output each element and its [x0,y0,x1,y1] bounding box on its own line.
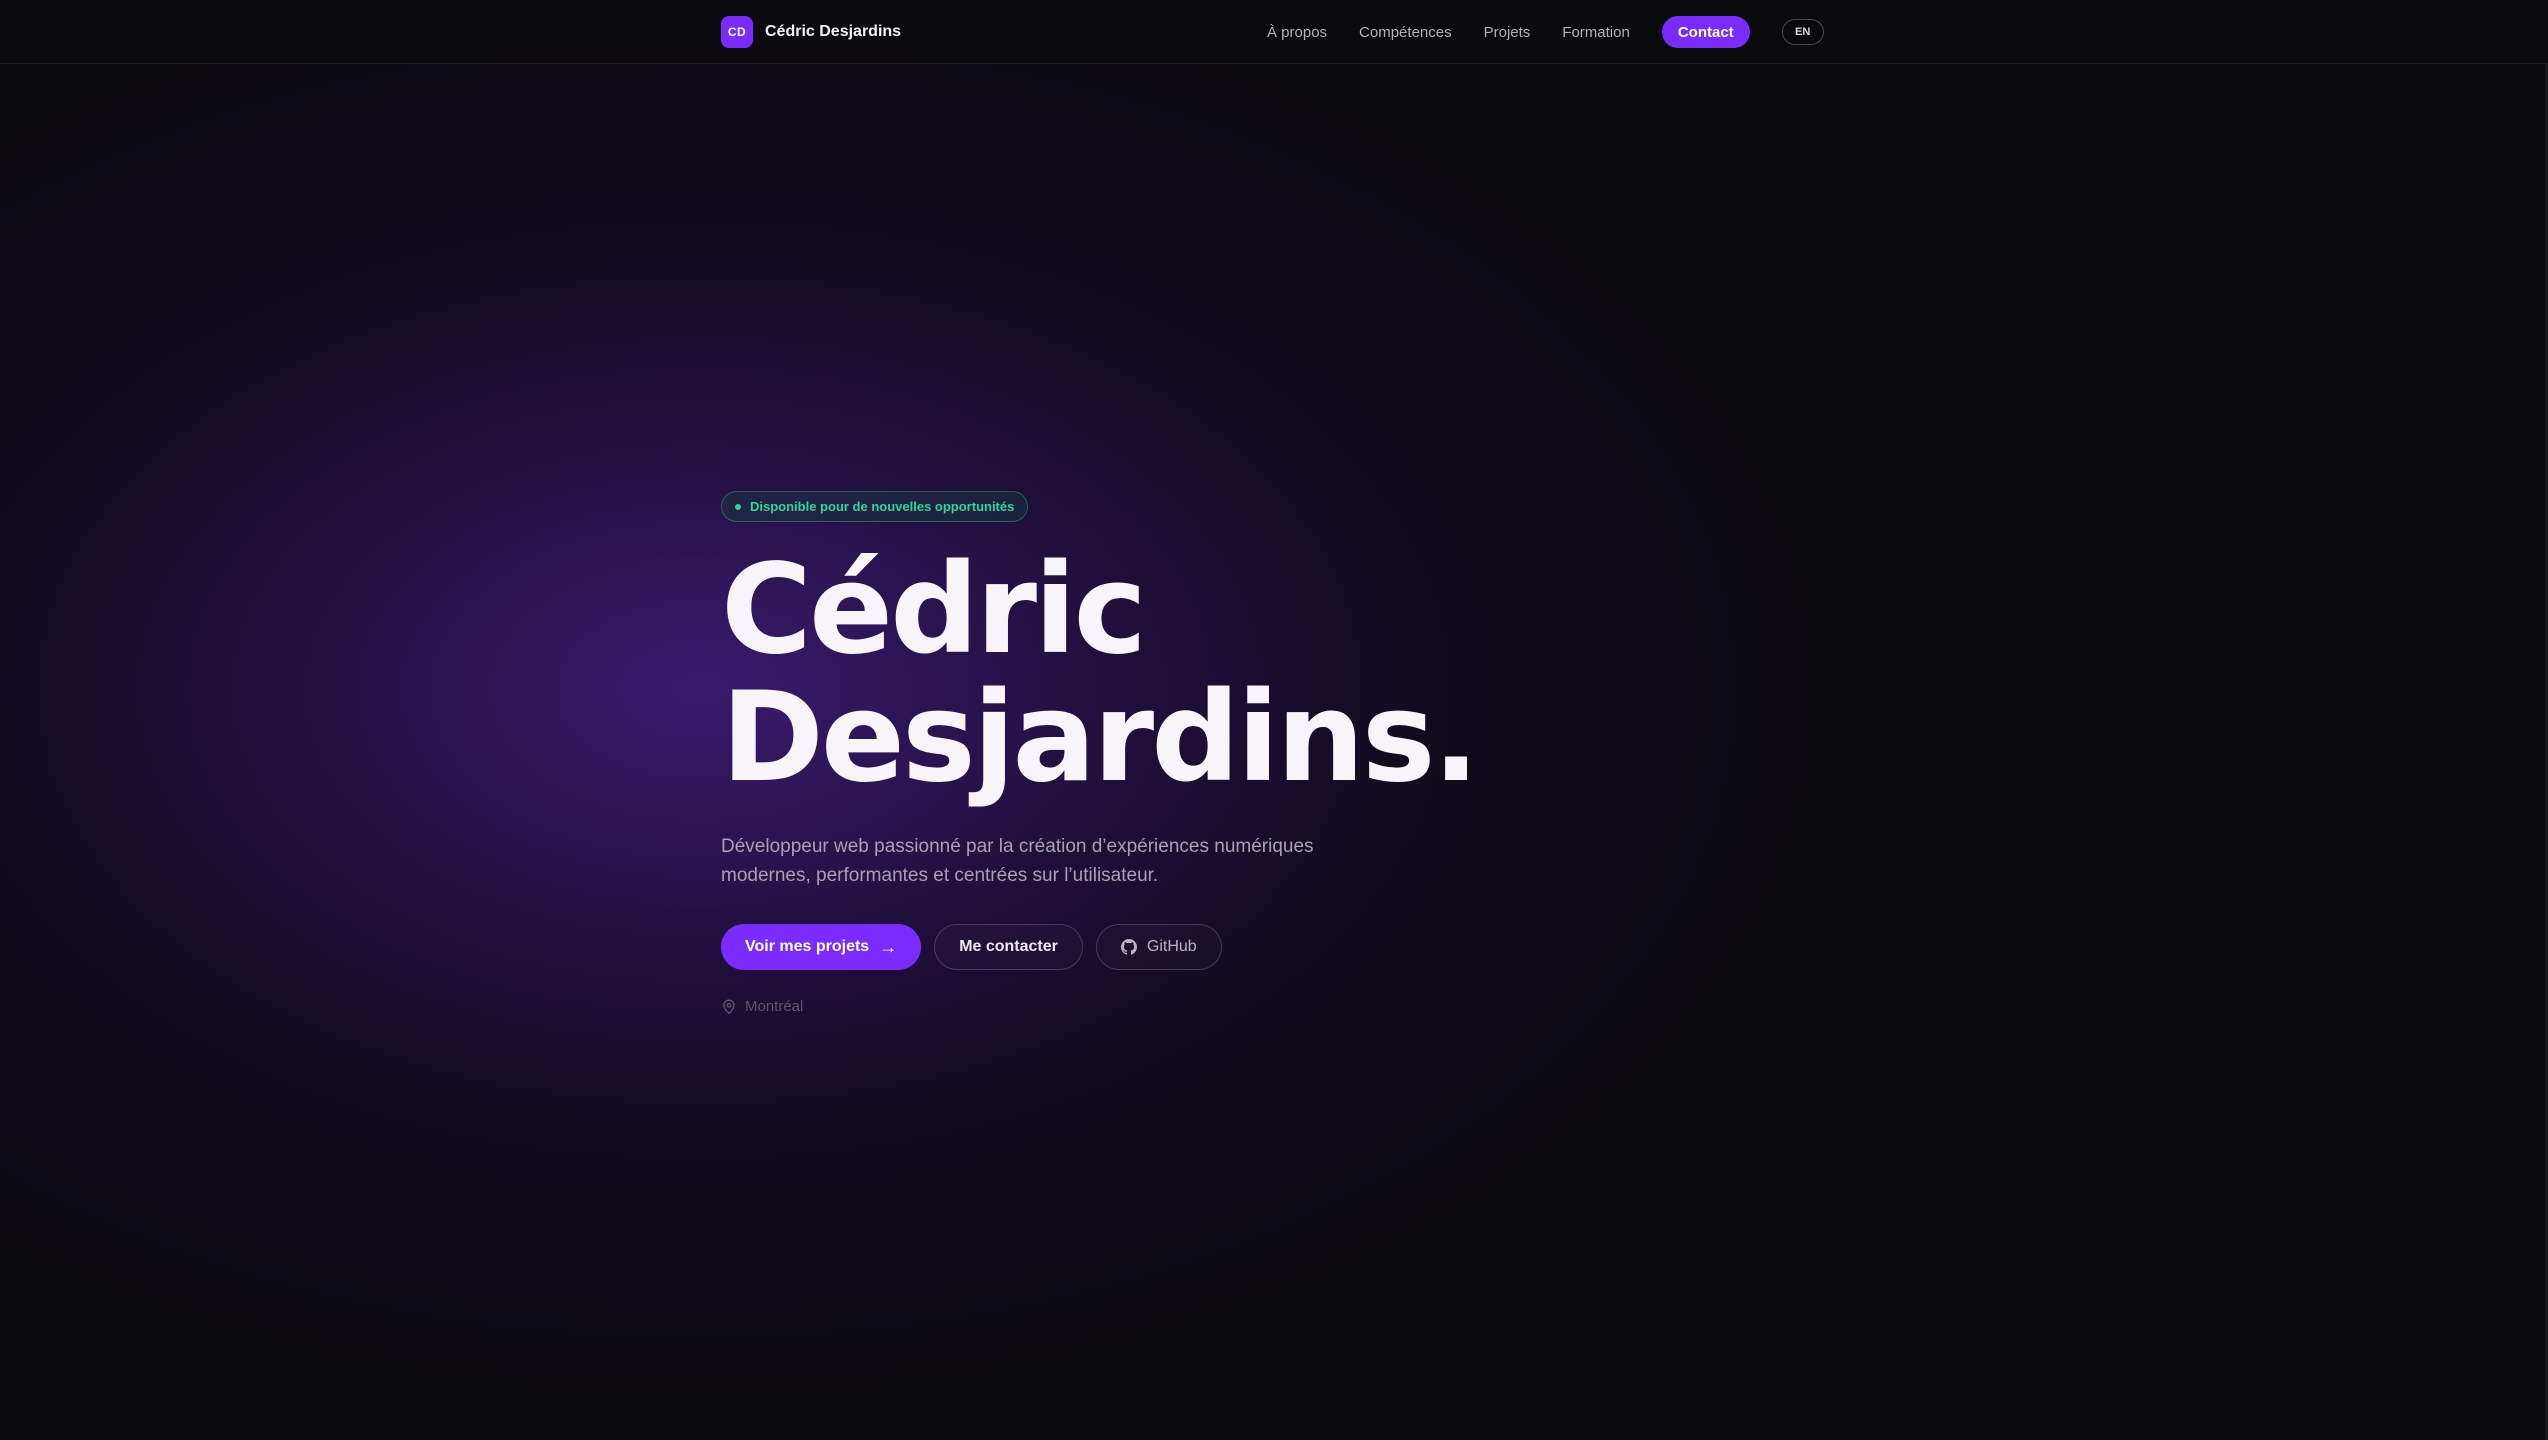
hero-title-line-2: Desjardins. [721,666,1480,810]
contact-me-button[interactable]: Me contacter [934,924,1083,970]
contact-me-label: Me contacter [959,938,1058,955]
cta-row: Voir mes projets → Me contacter GitHub [721,924,1921,970]
language-toggle-button[interactable]: EN [1781,19,1824,45]
github-label: GitHub [1146,938,1197,955]
location-label: Montréal [745,998,804,1015]
arrow-right-icon: → [879,937,898,957]
page: CD Cédric Desjardins À propos Compétence… [0,0,2548,1440]
github-button[interactable]: GitHub [1095,924,1222,970]
navbar: CD Cédric Desjardins À propos Compétence… [0,0,2548,64]
hero-title: Cédric Desjardins. [721,546,1921,802]
brand-home-link[interactable]: CD Cédric Desjardins [721,16,901,48]
brand-logo: CD [721,16,753,48]
brand-name: Cédric Desjardins [765,23,902,40]
nav-link-a-propos[interactable]: À propos [1267,24,1327,41]
availability-badge-label: Disponible pour de nouvelles opportunité… [750,499,1015,514]
view-projects-label: Voir mes projets [745,938,870,955]
github-icon [1120,939,1137,955]
nav-link-projets[interactable]: Projets [1484,24,1531,41]
view-projects-button[interactable]: Voir mes projets → [721,924,922,970]
status-dot-icon [735,503,741,510]
nav-link-formation[interactable]: Formation [1562,24,1630,41]
location: Montréal [721,998,1921,1015]
availability-badge: Disponible pour de nouvelles opportunité… [721,491,1029,522]
nav-link-competences[interactable]: Compétences [1359,24,1452,41]
hero-section: Disponible pour de nouvelles opportunité… [721,491,1921,1015]
hero-subtitle: Développeur web passionné par la créatio… [721,836,1314,886]
nav-links: À propos Compétences Projets Formation C… [1267,16,1824,48]
map-pin-icon [721,999,737,1015]
hero-title-line-1: Cédric [721,538,1147,682]
nav-contact-button[interactable]: Contact [1661,16,1750,48]
